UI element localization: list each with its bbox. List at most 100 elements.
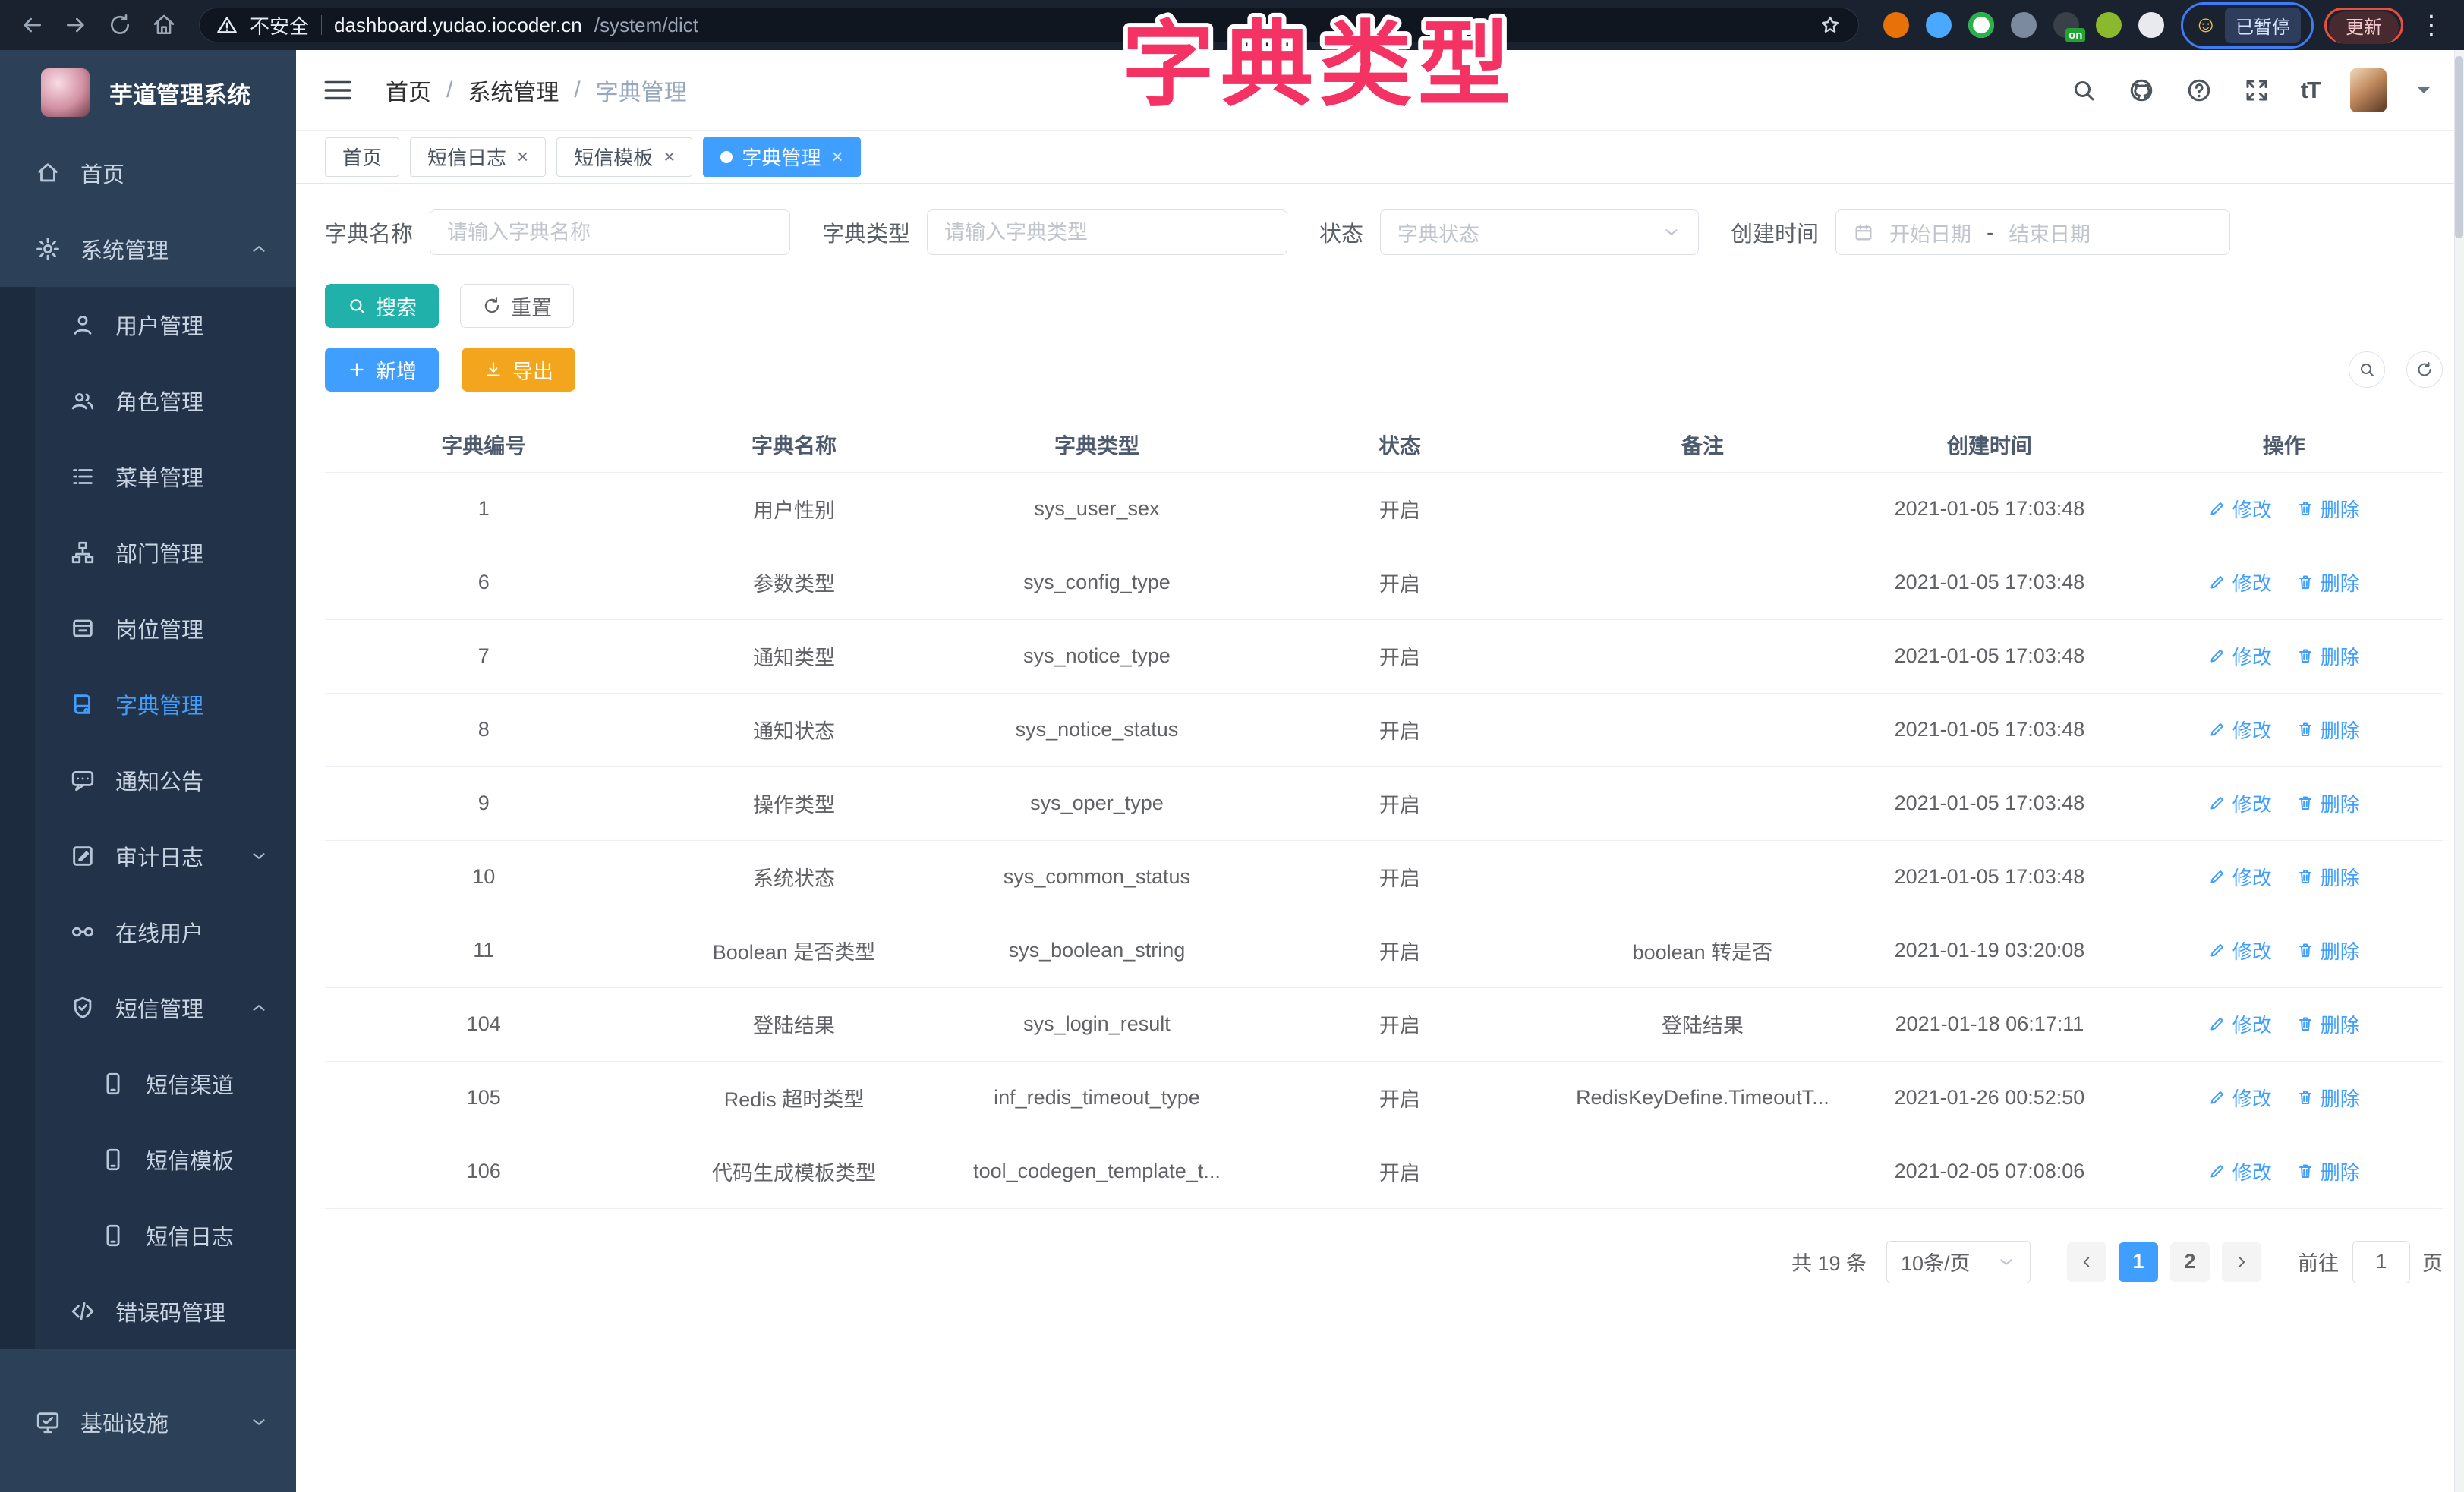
delete-link[interactable]: 删除 bbox=[2296, 495, 2360, 523]
logo-row[interactable]: 芋道管理系统 bbox=[0, 50, 296, 135]
extension-green-circle[interactable] bbox=[1968, 12, 1994, 38]
export-button[interactable]: 导出 bbox=[462, 348, 575, 392]
sidebar-item-dept[interactable]: 部门管理 bbox=[0, 515, 296, 590]
bookmark-star-icon[interactable] bbox=[1819, 14, 1842, 36]
toggle-search-button[interactable] bbox=[2349, 351, 2385, 388]
browser-menu-icon[interactable]: ⋮ bbox=[2414, 10, 2449, 40]
edit-link[interactable]: 修改 bbox=[2208, 716, 2272, 744]
sidebar-item-dict[interactable]: 字典管理 bbox=[0, 666, 296, 742]
tab-dict[interactable]: 字典管理× bbox=[703, 137, 860, 177]
tab-home[interactable]: 首页 bbox=[325, 137, 399, 177]
tab-sms-template[interactable]: 短信模板× bbox=[556, 137, 692, 177]
sidebar-item-audit-log[interactable]: 审计日志 bbox=[0, 818, 296, 894]
sidebar-item-sms-log[interactable]: 短信日志 bbox=[0, 1198, 296, 1273]
extension-ghost[interactable] bbox=[2138, 12, 2164, 38]
delete-link[interactable]: 删除 bbox=[2296, 863, 2360, 891]
collapse-sidebar-icon[interactable] bbox=[322, 74, 354, 106]
dict-type-input[interactable] bbox=[927, 209, 1287, 255]
sidebar-item-sms-template[interactable]: 短信模板 bbox=[0, 1122, 296, 1198]
edit-link[interactable]: 修改 bbox=[2208, 863, 2272, 891]
extension-orange[interactable] bbox=[1883, 12, 1909, 38]
sidebar-item-role[interactable]: 角色管理 bbox=[0, 363, 296, 439]
user-avatar[interactable] bbox=[2350, 68, 2387, 112]
delete-link[interactable]: 删除 bbox=[2296, 642, 2360, 670]
prev-page-button[interactable] bbox=[2067, 1242, 2106, 1282]
page-button-2[interactable]: 2 bbox=[2170, 1242, 2210, 1282]
edit-link[interactable]: 修改 bbox=[2208, 1084, 2272, 1112]
cell-type[interactable]: sys_config_type bbox=[945, 546, 1248, 619]
edit-link[interactable]: 修改 bbox=[2208, 1010, 2272, 1038]
font-size-icon[interactable]: tT bbox=[2301, 77, 2320, 104]
edit-link[interactable]: 修改 bbox=[2208, 1157, 2272, 1185]
help-icon[interactable] bbox=[2185, 77, 2213, 104]
delete-link[interactable]: 删除 bbox=[2296, 936, 2360, 965]
paused-extension-badge[interactable]: ☺ 已暂停 bbox=[2181, 2, 2314, 49]
user-menu-caret-icon[interactable] bbox=[2417, 87, 2431, 100]
extension-grid[interactable] bbox=[2011, 12, 2037, 38]
cell-type[interactable]: inf_redis_timeout_type bbox=[945, 1061, 1248, 1135]
edit-link[interactable]: 修改 bbox=[2208, 936, 2272, 965]
scrollbar-track[interactable] bbox=[2454, 50, 2464, 1492]
tab-sms-log[interactable]: 短信日志× bbox=[410, 137, 546, 177]
cell-type[interactable]: sys_oper_type bbox=[945, 766, 1248, 840]
scrollbar-thumb[interactable] bbox=[2455, 56, 2463, 238]
goto-page-input[interactable] bbox=[2352, 1241, 2410, 1283]
sidebar-item-system[interactable]: 系统管理 bbox=[0, 211, 296, 287]
refresh-table-button[interactable] bbox=[2406, 351, 2443, 388]
edit-link[interactable]: 修改 bbox=[2208, 642, 2272, 670]
browser-home-icon[interactable] bbox=[147, 8, 181, 42]
close-tab-icon[interactable]: × bbox=[663, 145, 675, 168]
fullscreen-icon[interactable] bbox=[2243, 77, 2270, 104]
extension-blue-drop[interactable] bbox=[1926, 12, 1952, 38]
cell-type[interactable]: sys_common_status bbox=[945, 840, 1248, 914]
sidebar-item-infra[interactable]: 基础设施 bbox=[0, 1384, 296, 1460]
add-button[interactable]: 新增 bbox=[325, 348, 439, 392]
edit-link[interactable]: 修改 bbox=[2208, 495, 2272, 523]
cell-type[interactable]: sys_notice_status bbox=[945, 693, 1248, 766]
extension-proxy[interactable]: on bbox=[2053, 12, 2079, 38]
sidebar-item-post[interactable]: 岗位管理 bbox=[0, 590, 296, 666]
address-divider bbox=[321, 15, 322, 35]
delete-link[interactable]: 删除 bbox=[2296, 568, 2360, 596]
browser-reload-icon[interactable] bbox=[103, 8, 137, 42]
sidebar-item-sms-channel[interactable]: 短信渠道 bbox=[0, 1046, 296, 1122]
sidebar-item-online-user[interactable]: 在线用户 bbox=[0, 894, 296, 970]
extension-leaf[interactable] bbox=[2096, 12, 2122, 38]
delete-link[interactable]: 删除 bbox=[2296, 716, 2360, 744]
cell-type[interactable]: sys_login_result bbox=[945, 987, 1248, 1061]
edit-link[interactable]: 修改 bbox=[2208, 789, 2272, 817]
sidebar-item-user[interactable]: 用户管理 bbox=[0, 287, 296, 363]
status-select[interactable]: 字典状态 bbox=[1380, 209, 1699, 255]
dict-name-input[interactable] bbox=[430, 209, 790, 255]
cell-type[interactable]: sys_notice_type bbox=[945, 619, 1248, 693]
close-tab-icon[interactable]: × bbox=[831, 145, 843, 168]
cell-type[interactable]: tool_codegen_template_t... bbox=[945, 1135, 1248, 1208]
browser-back-icon[interactable] bbox=[15, 8, 49, 42]
next-page-button[interactable] bbox=[2222, 1242, 2261, 1282]
browser-address-bar[interactable]: 不安全 dashboard.yudao.iocoder.cn/system/di… bbox=[199, 8, 1859, 42]
sidebar-item-notice[interactable]: 通知公告 bbox=[0, 742, 296, 818]
search-button[interactable]: 搜索 bbox=[325, 284, 439, 328]
sidebar-item-error-code[interactable]: 错误码管理 bbox=[0, 1273, 296, 1349]
browser-forward-icon[interactable] bbox=[59, 8, 93, 42]
search-icon[interactable] bbox=[2070, 77, 2097, 104]
date-range-picker[interactable]: 开始日期 - 结束日期 bbox=[1835, 209, 2230, 255]
sidebar-item-menu[interactable]: 菜单管理 bbox=[0, 439, 296, 515]
sidebar-item-home[interactable]: 首页 bbox=[0, 135, 296, 211]
delete-link[interactable]: 删除 bbox=[2296, 1084, 2360, 1112]
cell-type[interactable]: sys_boolean_string bbox=[945, 914, 1248, 987]
breadcrumb-item[interactable]: 首页 bbox=[386, 74, 431, 107]
close-tab-icon[interactable]: × bbox=[517, 145, 528, 168]
delete-link[interactable]: 删除 bbox=[2296, 1157, 2360, 1185]
delete-link[interactable]: 删除 bbox=[2296, 789, 2360, 817]
breadcrumb-item[interactable]: 系统管理 bbox=[468, 74, 559, 107]
delete-link[interactable]: 删除 bbox=[2296, 1010, 2360, 1038]
reset-button[interactable]: 重置 bbox=[460, 284, 574, 328]
page-size-select[interactable]: 10条/页 bbox=[1886, 1241, 2031, 1283]
github-icon[interactable] bbox=[2128, 77, 2155, 104]
browser-update-button[interactable]: 更新 bbox=[2324, 8, 2403, 43]
cell-type[interactable]: sys_user_sex bbox=[945, 472, 1248, 546]
page-button-1[interactable]: 1 bbox=[2119, 1242, 2158, 1282]
edit-link[interactable]: 修改 bbox=[2208, 568, 2272, 596]
sidebar-item-sms[interactable]: 短信管理 bbox=[0, 970, 296, 1046]
